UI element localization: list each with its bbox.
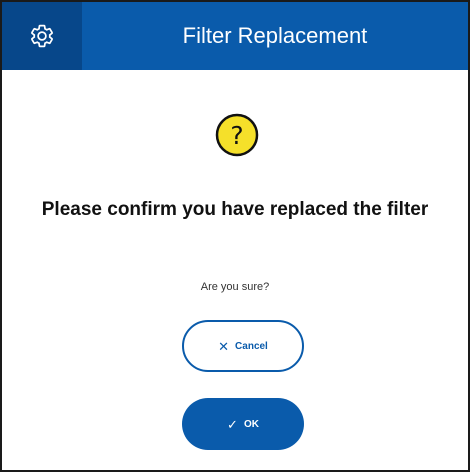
svg-text:?: ? — [230, 121, 243, 150]
close-icon: ✕ — [218, 338, 230, 354]
page-title: Filter Replacement — [182, 23, 368, 48]
check-icon: ✓ — [227, 416, 238, 432]
confirmation-message: Please confirm you have replaced the fil… — [41, 199, 429, 220]
confirmation-subtext: Are you sure? — [200, 281, 270, 293]
cancel-button[interactable]: ✕ Cancel — [182, 320, 304, 372]
ok-button[interactable]: ✓ OK — [182, 398, 304, 450]
filter-replacement-screen: Filter Replacement ? Please confirm you … — [0, 0, 470, 472]
ok-button-label: OK — [243, 418, 259, 430]
gear-icon — [31, 24, 53, 48]
question-icon: ? — [215, 113, 259, 157]
cancel-button-label: Cancel — [235, 340, 268, 352]
settings-button[interactable] — [2, 2, 82, 70]
title-bar: Filter Replacement — [2, 2, 468, 70]
